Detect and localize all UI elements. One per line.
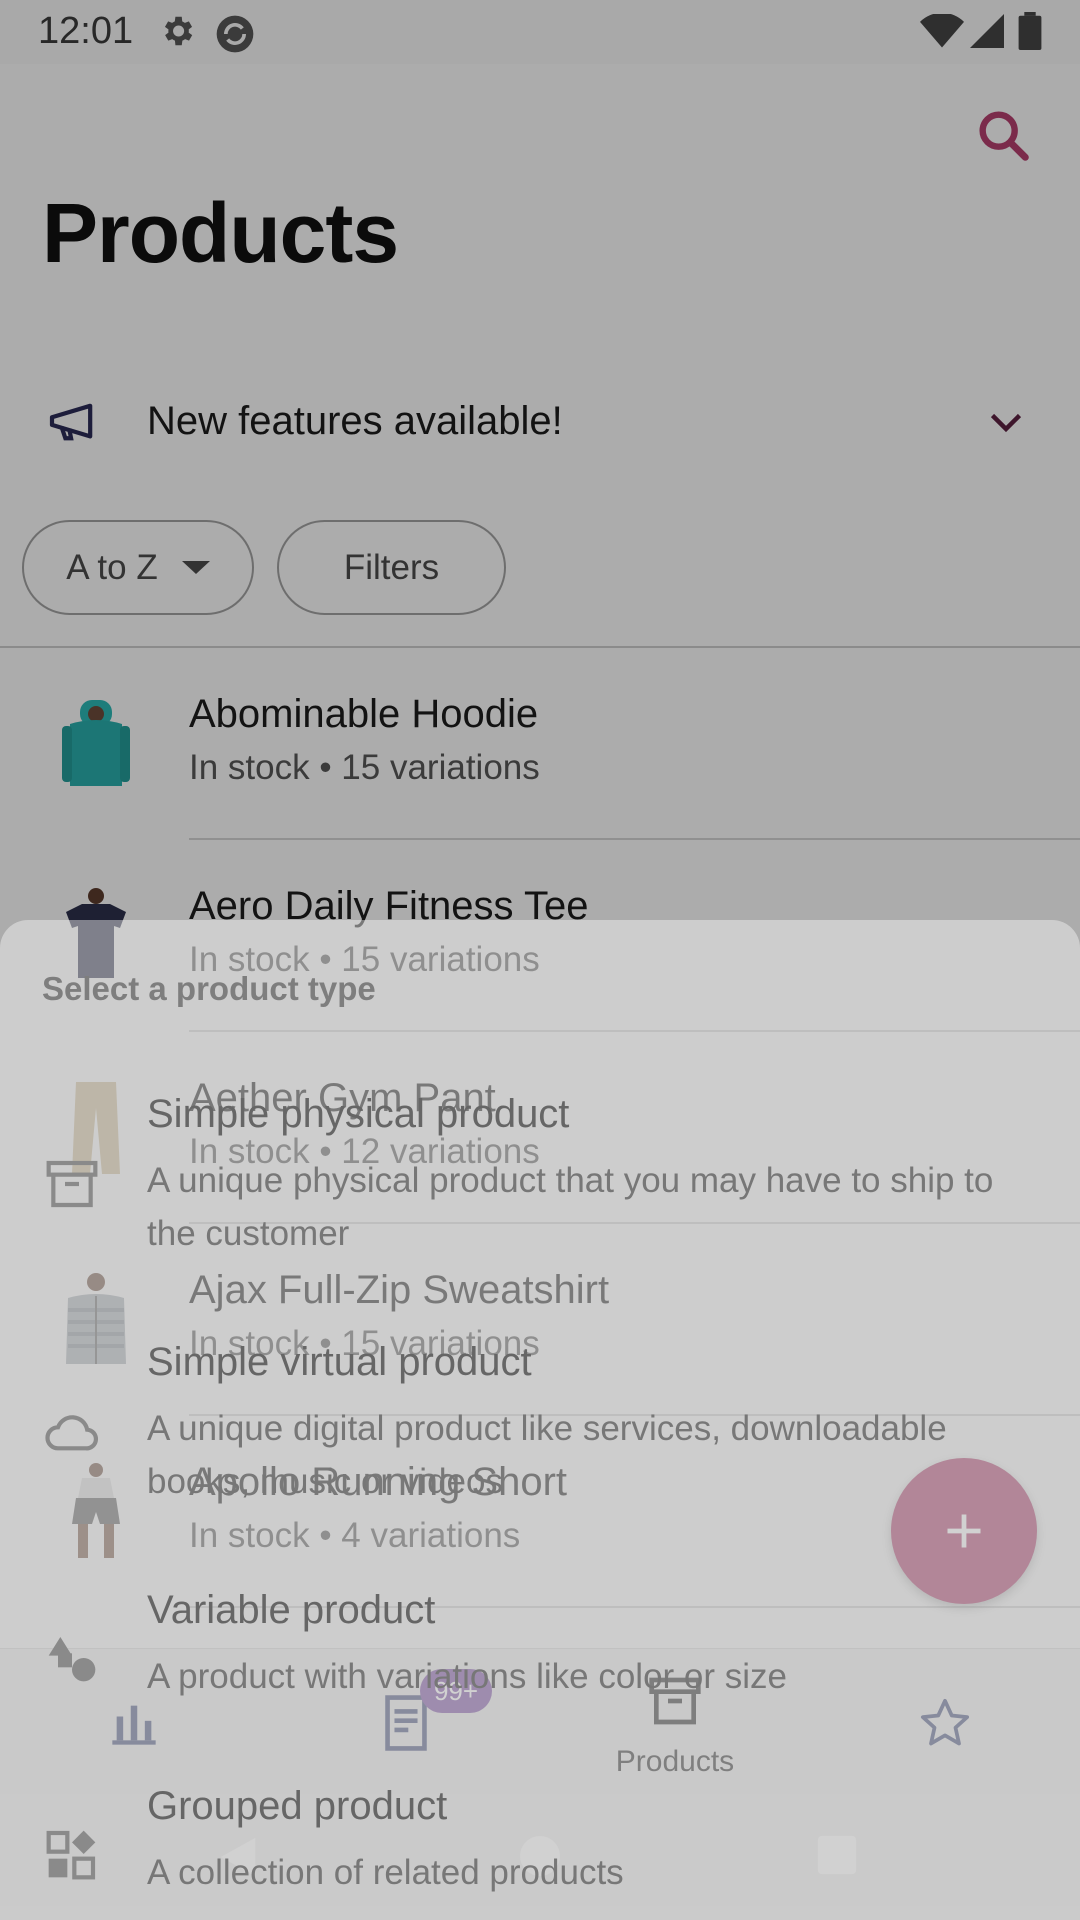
- option-title: Variable product: [147, 1588, 436, 1632]
- option-variable[interactable]: Variable product A product with variatio…: [0, 1588, 1080, 1718]
- option-description: A unique physical product that you may h…: [147, 1161, 994, 1253]
- option-description: A product with variations like color or …: [147, 1657, 787, 1696]
- product-type-sheet: Select a product type Simple physical pr…: [0, 920, 1080, 1920]
- option-simple-virtual[interactable]: Simple virtual product A unique digital …: [0, 1340, 1080, 1501]
- option-simple-physical[interactable]: Simple physical product A unique physica…: [0, 1092, 1080, 1253]
- option-description: A unique digital product like services, …: [147, 1409, 947, 1501]
- shapes-icon: [48, 1637, 96, 1682]
- cloud-icon: [45, 1415, 99, 1451]
- option-title: Grouped product: [147, 1784, 448, 1828]
- option-grouped[interactable]: Grouped product A collection of related …: [0, 1784, 1080, 1920]
- sheet-title: Select a product type: [42, 970, 376, 1007]
- option-title: Simple virtual product: [147, 1340, 532, 1384]
- option-description: A collection of related products: [147, 1853, 624, 1892]
- box-icon: [46, 1160, 98, 1208]
- widgets-icon: [46, 1830, 96, 1880]
- option-title: Simple physical product: [147, 1092, 570, 1136]
